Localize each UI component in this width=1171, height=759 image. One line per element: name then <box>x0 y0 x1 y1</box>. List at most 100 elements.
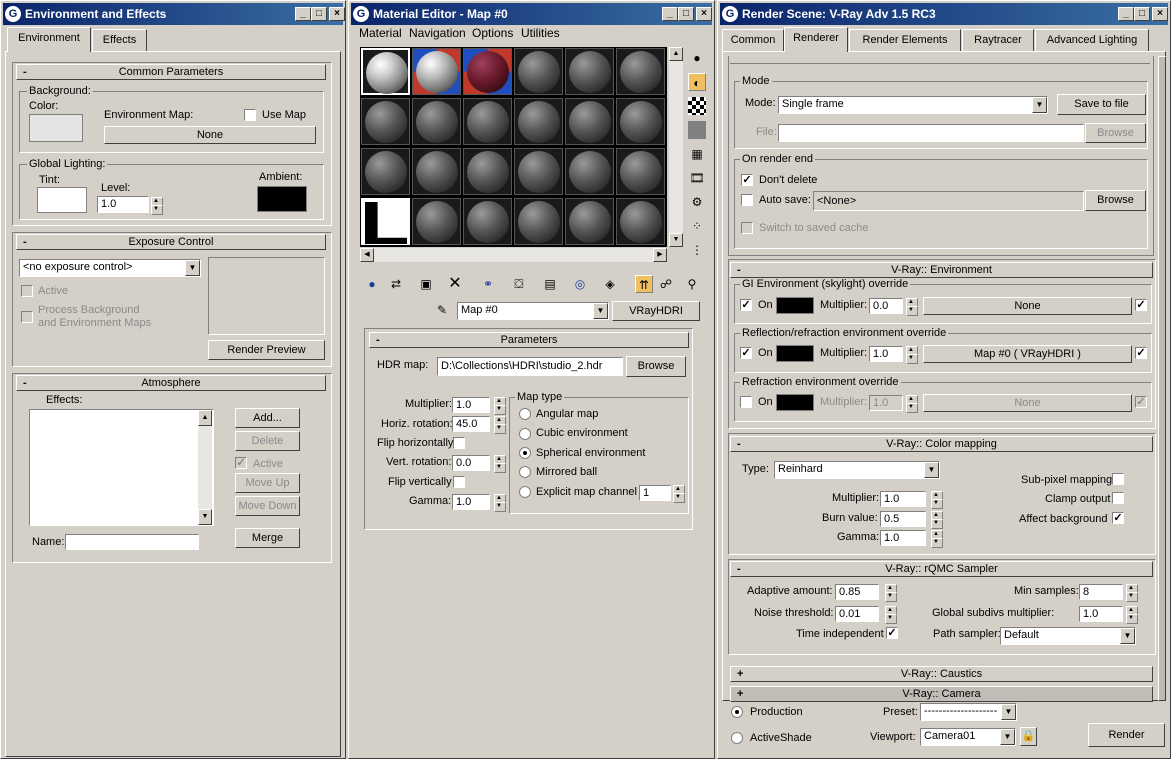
map-type-button[interactable]: VRayHDRI <box>612 301 700 321</box>
sample-slot[interactable] <box>412 48 461 95</box>
sample-slot[interactable] <box>514 48 563 95</box>
menu-options[interactable]: Options <box>472 26 513 40</box>
tab-effects[interactable]: Effects <box>92 29 147 51</box>
gi-multiplier-input[interactable]: 0.0 <box>869 298 903 314</box>
menu-material[interactable]: Material <box>359 26 402 40</box>
render-button[interactable]: Render <box>1088 723 1165 747</box>
effects-list-scrollbar[interactable]: ▲ ▼ <box>198 410 212 525</box>
minimize-button[interactable]: _ <box>662 7 678 21</box>
vert-rotation-input[interactable]: 0.0 <box>452 455 490 471</box>
options-icon[interactable]: ⚙ <box>688 193 706 211</box>
flip-horizontally-checkbox[interactable] <box>453 437 465 449</box>
sample-slot[interactable] <box>361 98 410 145</box>
cm-gamma-spinner[interactable]: ▲ ▼ <box>931 530 943 548</box>
map-channel-spinner[interactable]: ▲ ▼ <box>673 485 685 503</box>
tab-renderer[interactable]: Renderer <box>784 27 848 52</box>
rollout-color-mapping[interactable]: - V-Ray:: Color mapping <box>730 436 1153 452</box>
put-to-library-icon[interactable]: ⛋ <box>510 275 528 293</box>
affect-background-checkbox[interactable]: ✓ <box>1112 512 1124 524</box>
sample-slot[interactable] <box>514 98 563 145</box>
sample-slot[interactable] <box>514 198 563 245</box>
sample-uv-tiling-icon[interactable] <box>688 121 706 139</box>
tab-raytracer[interactable]: Raytracer <box>962 29 1034 51</box>
make-preview-icon[interactable]: 🎞 <box>688 169 706 187</box>
use-map-checkbox[interactable] <box>244 109 256 121</box>
min-samples-input[interactable]: 8 <box>1079 584 1123 600</box>
refl-on-checkbox[interactable]: ✓ <box>740 347 752 359</box>
file-path-input[interactable] <box>778 124 1084 142</box>
rollout-parameters[interactable]: - Parameters <box>369 332 689 348</box>
exposure-active-checkbox[interactable] <box>21 285 33 297</box>
burn-value-input[interactable]: 0.5 <box>880 511 926 527</box>
rollout-vray-environment[interactable]: - V-Ray:: Environment <box>730 262 1153 278</box>
rollout-rqmc-sampler[interactable]: - V-Ray:: rQMC Sampler <box>730 561 1153 577</box>
reset-map-icon[interactable]: ✕ <box>446 275 464 293</box>
background-color-swatch[interactable] <box>29 114 83 142</box>
auto-save-checkbox[interactable] <box>741 194 753 206</box>
horiz-rotation-spinner[interactable]: ▲ ▼ <box>494 416 506 434</box>
gi-color-swatch[interactable] <box>776 297 814 314</box>
sample-slot[interactable] <box>565 98 614 145</box>
scroll-up-arrow[interactable]: ▲ <box>669 47 683 61</box>
map-channel-input[interactable]: 1 <box>639 485 671 501</box>
dont-delete-checkbox[interactable]: ✓ <box>741 174 753 186</box>
file-browse-button[interactable]: Browse <box>1085 123 1146 143</box>
adaptive-amount-spinner[interactable]: ▲ ▼ <box>885 584 897 602</box>
refl-color-swatch[interactable] <box>776 345 814 362</box>
exposure-control-select[interactable]: <no exposure control> ▼ <box>19 259 201 277</box>
global-subdivs-input[interactable]: 1.0 <box>1079 606 1123 622</box>
preset-select[interactable]: -------------------- ▼ <box>920 703 1017 721</box>
backlight-icon[interactable]: ◐ <box>688 73 706 91</box>
sample-slot[interactable] <box>565 148 614 195</box>
menu-navigation[interactable]: Navigation <box>409 26 466 40</box>
sample-slot[interactable] <box>616 198 665 245</box>
close-button[interactable]: × <box>696 7 712 21</box>
close-button[interactable]: × <box>1152 7 1168 21</box>
gi-multiplier-spinner[interactable]: ▲ ▼ <box>906 298 918 316</box>
rollout-atmosphere[interactable]: - Atmosphere <box>16 375 326 391</box>
refl-multiplier-input[interactable]: 1.0 <box>869 346 903 362</box>
scroll-up-arrow[interactable]: ▲ <box>198 410 212 426</box>
activeshade-radio[interactable] <box>731 732 743 744</box>
noise-threshold-input[interactable]: 0.01 <box>835 606 879 622</box>
process-background-checkbox[interactable] <box>21 311 33 323</box>
adaptive-amount-input[interactable]: 0.85 <box>835 584 879 600</box>
burn-value-spinner[interactable]: ▲ ▼ <box>931 511 943 529</box>
pick-material-icon[interactable]: ⚲ <box>683 275 701 293</box>
radio-explicit-map-channel[interactable] <box>519 486 531 498</box>
hdr-map-path-input[interactable]: D:\Collections\HDRI\studio_2.hdr <box>437 357 623 376</box>
level-spinner[interactable]: ▲ ▼ <box>151 197 163 215</box>
flip-vertically-checkbox[interactable] <box>453 476 465 488</box>
rollout-exposure-control[interactable]: - Exposure Control <box>16 234 326 250</box>
menu-utilities[interactable]: Utilities <box>521 26 560 40</box>
cm-multiplier-spinner[interactable]: ▲ ▼ <box>931 491 943 509</box>
noise-threshold-spinner[interactable]: ▲ ▼ <box>885 606 897 624</box>
sample-slot[interactable] <box>565 198 614 245</box>
auto-save-browse-button[interactable]: Browse <box>1085 190 1146 211</box>
viewport-select[interactable]: Camera01 ▼ <box>920 728 1016 746</box>
tab-advanced-lighting[interactable]: Advanced Lighting <box>1035 29 1149 51</box>
get-material-icon[interactable]: ● <box>363 275 381 293</box>
radio-angular-map[interactable] <box>519 408 531 420</box>
background-checker-icon[interactable] <box>688 97 706 115</box>
sample-slot[interactable] <box>463 198 512 245</box>
add-effect-button[interactable]: Add... <box>235 408 300 428</box>
video-color-check-icon[interactable]: ▦ <box>688 145 706 163</box>
rollout-vray-camera[interactable]: + V-Ray:: Camera <box>730 686 1153 702</box>
refr-multiplier-input[interactable]: 1.0 <box>869 395 903 411</box>
save-to-file-button[interactable]: Save to file <box>1057 94 1146 115</box>
sample-slot[interactable] <box>565 48 614 95</box>
refr-map-checkbox[interactable]: ✓ <box>1135 396 1147 408</box>
refl-map-checkbox[interactable]: ✓ <box>1135 347 1147 359</box>
gi-on-checkbox[interactable]: ✓ <box>740 299 752 311</box>
rollout-common-parameters[interactable]: - Common Parameters <box>16 64 326 80</box>
environment-map-button[interactable]: None <box>104 126 316 144</box>
cm-gamma-input[interactable]: 1.0 <box>880 530 926 546</box>
effect-name-input[interactable] <box>65 534 199 550</box>
effects-list[interactable] <box>29 409 214 526</box>
close-button[interactable]: × <box>329 7 345 21</box>
sample-type-icon[interactable]: ● <box>688 49 706 67</box>
minimize-button[interactable]: _ <box>1118 7 1134 21</box>
gamma-input[interactable]: 1.0 <box>452 494 490 510</box>
render-titlebar[interactable]: G Render Scene: V-Ray Adv 1.5 RC3 _ □ × <box>720 3 1168 25</box>
